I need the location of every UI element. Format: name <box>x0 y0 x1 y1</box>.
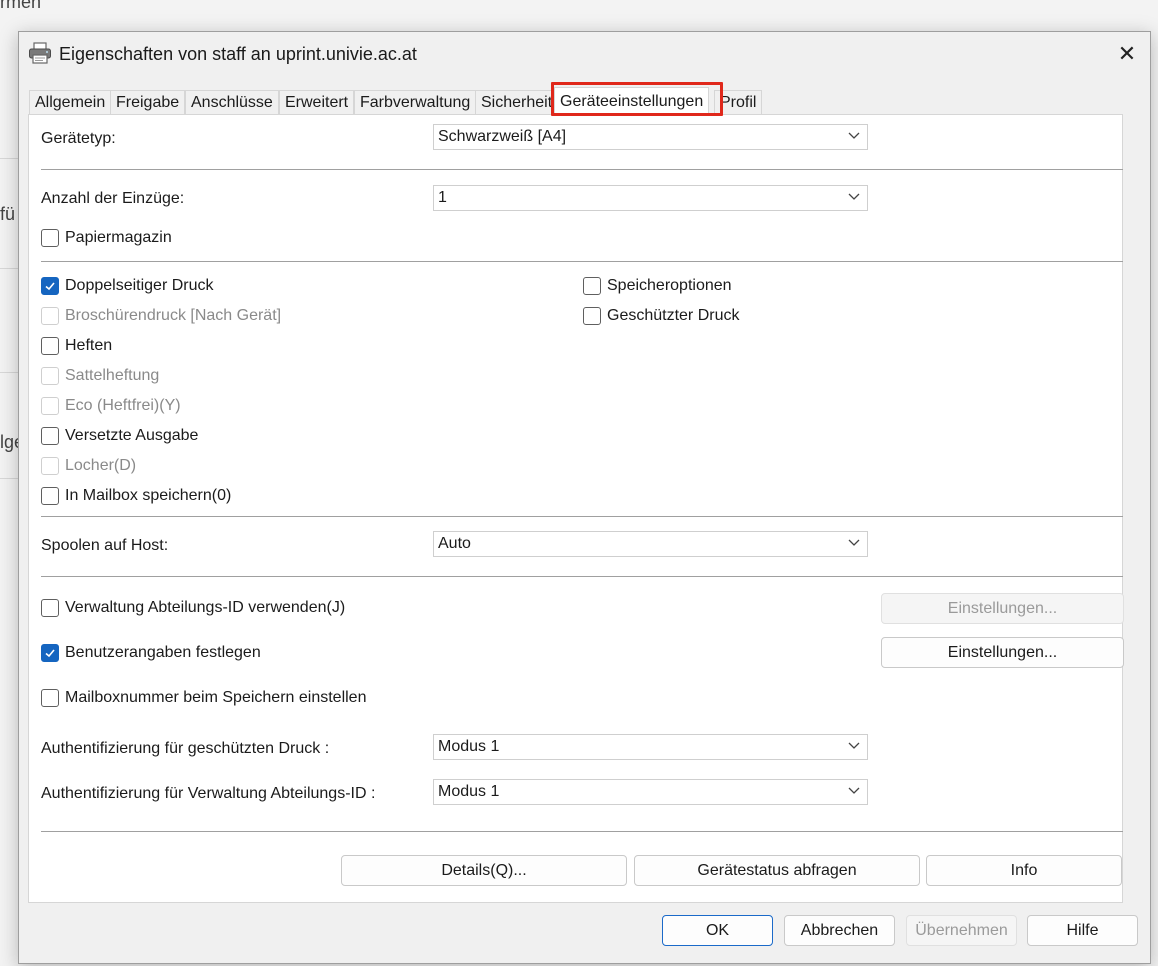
mailbox-number-label: Mailboxnummer beim Speichern einstellen <box>65 689 367 706</box>
mailbox-number-checkbox[interactable]: Mailboxnummer beim Speichern einstellen <box>41 687 366 709</box>
checkbox-box <box>41 599 59 617</box>
device-settings-panel: Gerätetyp: Schwarzweiß [A4] Anzahl der E… <box>28 114 1124 903</box>
separator <box>41 516 1123 517</box>
checkbox-box <box>41 367 59 385</box>
chevron-down-icon <box>848 742 860 749</box>
separator <box>41 831 1123 832</box>
checkmark-icon <box>45 282 55 291</box>
cancel-button[interactable]: Abbrechen <box>784 915 895 946</box>
chevron-down-icon <box>848 539 860 546</box>
checkbox-box <box>583 307 601 325</box>
help-button[interactable]: Hilfe <box>1027 915 1138 946</box>
printer-properties-dialog: Eigenschaften von staff an uprint.univie… <box>18 31 1151 964</box>
tab-sicherheit[interactable]: Sicherheit <box>475 90 559 115</box>
auth-secure-value: Modus 1 <box>438 738 500 755</box>
dept-id-checkbox[interactable]: Verwaltung Abteilungs-ID verwenden(J) <box>41 597 345 619</box>
punch-label: Locher(D) <box>65 457 137 474</box>
tab-anschluesse[interactable]: Anschlüsse <box>185 90 279 115</box>
background-text: fü <box>0 204 16 224</box>
num-feeders-label: Anzahl der Einzüge: <box>41 190 185 207</box>
background-divider <box>0 268 20 269</box>
auth-secure-select[interactable]: Modus 1 <box>433 734 868 760</box>
user-info-settings-button[interactable]: Einstellungen... <box>881 637 1124 668</box>
eco-label: Eco (Heftfrei)(Y) <box>65 397 181 414</box>
tab-freigabe[interactable]: Freigabe <box>110 90 186 115</box>
duplex-checkbox[interactable]: Doppelseitiger Druck <box>41 275 214 297</box>
checkbox-box <box>41 689 59 707</box>
saddle-stitch-checkbox: Sattelheftung <box>41 365 159 387</box>
brochure-checkbox: Broschürendruck [Nach Gerät] <box>41 305 281 327</box>
mailbox-store-label: In Mailbox speichern(0) <box>65 487 232 504</box>
title-bar[interactable]: Eigenschaften von staff an uprint.univie… <box>19 32 1150 76</box>
staple-checkbox[interactable]: Heften <box>41 335 112 357</box>
checkbox-box <box>41 487 59 505</box>
memory-options-checkbox[interactable]: Speicheroptionen <box>583 275 732 297</box>
auth-dept-value: Modus 1 <box>438 783 500 800</box>
window-title: Eigenschaften von staff an uprint.univie… <box>59 44 417 64</box>
checkbox-box <box>41 307 59 325</box>
spool-host-label: Spoolen auf Host: <box>41 537 169 554</box>
spool-host-select[interactable]: Auto <box>433 531 868 557</box>
tab-allgemein[interactable]: Allgemein <box>29 90 112 115</box>
memory-options-label: Speicheroptionen <box>607 277 732 294</box>
close-button[interactable]: ✕ <box>1104 32 1150 76</box>
tab-erweitert[interactable]: Erweitert <box>279 90 355 115</box>
mailbox-store-checkbox[interactable]: In Mailbox speichern(0) <box>41 485 231 507</box>
device-status-button[interactable]: Gerätestatus abfragen <box>634 855 920 886</box>
saddle-stitch-label: Sattelheftung <box>65 367 160 384</box>
checkbox-box <box>41 337 59 355</box>
background-text: rmen <box>0 0 42 12</box>
dept-id-label: Verwaltung Abteilungs-ID verwenden(J) <box>65 599 346 616</box>
checkbox-box <box>583 277 601 295</box>
chevron-down-icon <box>848 193 860 200</box>
brochure-label: Broschürendruck [Nach Gerät] <box>65 307 282 324</box>
eco-checkbox: Eco (Heftfrei)(Y) <box>41 395 181 417</box>
punch-checkbox: Locher(D) <box>41 455 136 477</box>
chevron-down-icon <box>848 787 860 794</box>
checkbox-box <box>41 457 59 475</box>
details-button[interactable]: Details(Q)... <box>341 855 627 886</box>
user-info-label: Benutzerangaben festlegen <box>65 644 261 661</box>
papiermagazin-label: Papiermagazin <box>65 229 172 246</box>
staple-label: Heften <box>65 337 113 354</box>
tab-farbverwaltung[interactable]: Farbverwaltung <box>354 90 477 115</box>
chevron-down-icon <box>848 132 860 139</box>
dept-id-settings-button: Einstellungen... <box>881 593 1124 624</box>
checkbox-box <box>41 229 59 247</box>
tab-profil[interactable]: Profil <box>714 90 763 115</box>
offset-output-checkbox[interactable]: Versetzte Ausgabe <box>41 425 198 447</box>
background-divider <box>0 158 20 159</box>
device-type-select[interactable]: Schwarzweiß [A4] <box>433 124 868 150</box>
background-divider <box>0 478 20 479</box>
device-type-value: Schwarzweiß [A4] <box>438 128 567 145</box>
checkmark-icon <box>45 649 55 658</box>
separator <box>41 169 1123 170</box>
offset-output-label: Versetzte Ausgabe <box>65 427 199 444</box>
info-button[interactable]: Info <box>926 855 1122 886</box>
checkbox-box <box>41 427 59 445</box>
auth-secure-label: Authentifizierung für geschützten Druck … <box>41 740 330 757</box>
secure-print-label: Geschützter Druck <box>607 307 740 324</box>
checkbox-box <box>41 397 59 415</box>
apply-button: Übernehmen <box>906 915 1017 946</box>
auth-dept-select[interactable]: Modus 1 <box>433 779 868 805</box>
secure-print-checkbox[interactable]: Geschützter Druck <box>583 305 739 327</box>
checkbox-box <box>41 644 59 662</box>
separator <box>41 576 1123 577</box>
background-divider <box>0 372 20 373</box>
ok-button[interactable]: OK <box>662 915 773 946</box>
tab-geraeteeinstellungen[interactable]: Geräteeinstellungen <box>554 87 710 116</box>
printer-icon <box>29 42 51 64</box>
checkbox-box <box>41 277 59 295</box>
spool-host-value: Auto <box>438 535 471 552</box>
duplex-label: Doppelseitiger Druck <box>65 277 214 294</box>
device-type-label: Gerätetyp: <box>41 130 116 147</box>
close-icon: ✕ <box>1117 41 1137 66</box>
num-feeders-value: 1 <box>438 189 447 206</box>
auth-dept-label: Authentifizierung für Verwaltung Abteilu… <box>41 785 376 802</box>
num-feeders-select[interactable]: 1 <box>433 185 868 211</box>
user-info-checkbox[interactable]: Benutzerangaben festlegen <box>41 642 261 664</box>
papiermagazin-checkbox[interactable]: Papiermagazin <box>41 227 172 249</box>
separator <box>41 261 1123 262</box>
